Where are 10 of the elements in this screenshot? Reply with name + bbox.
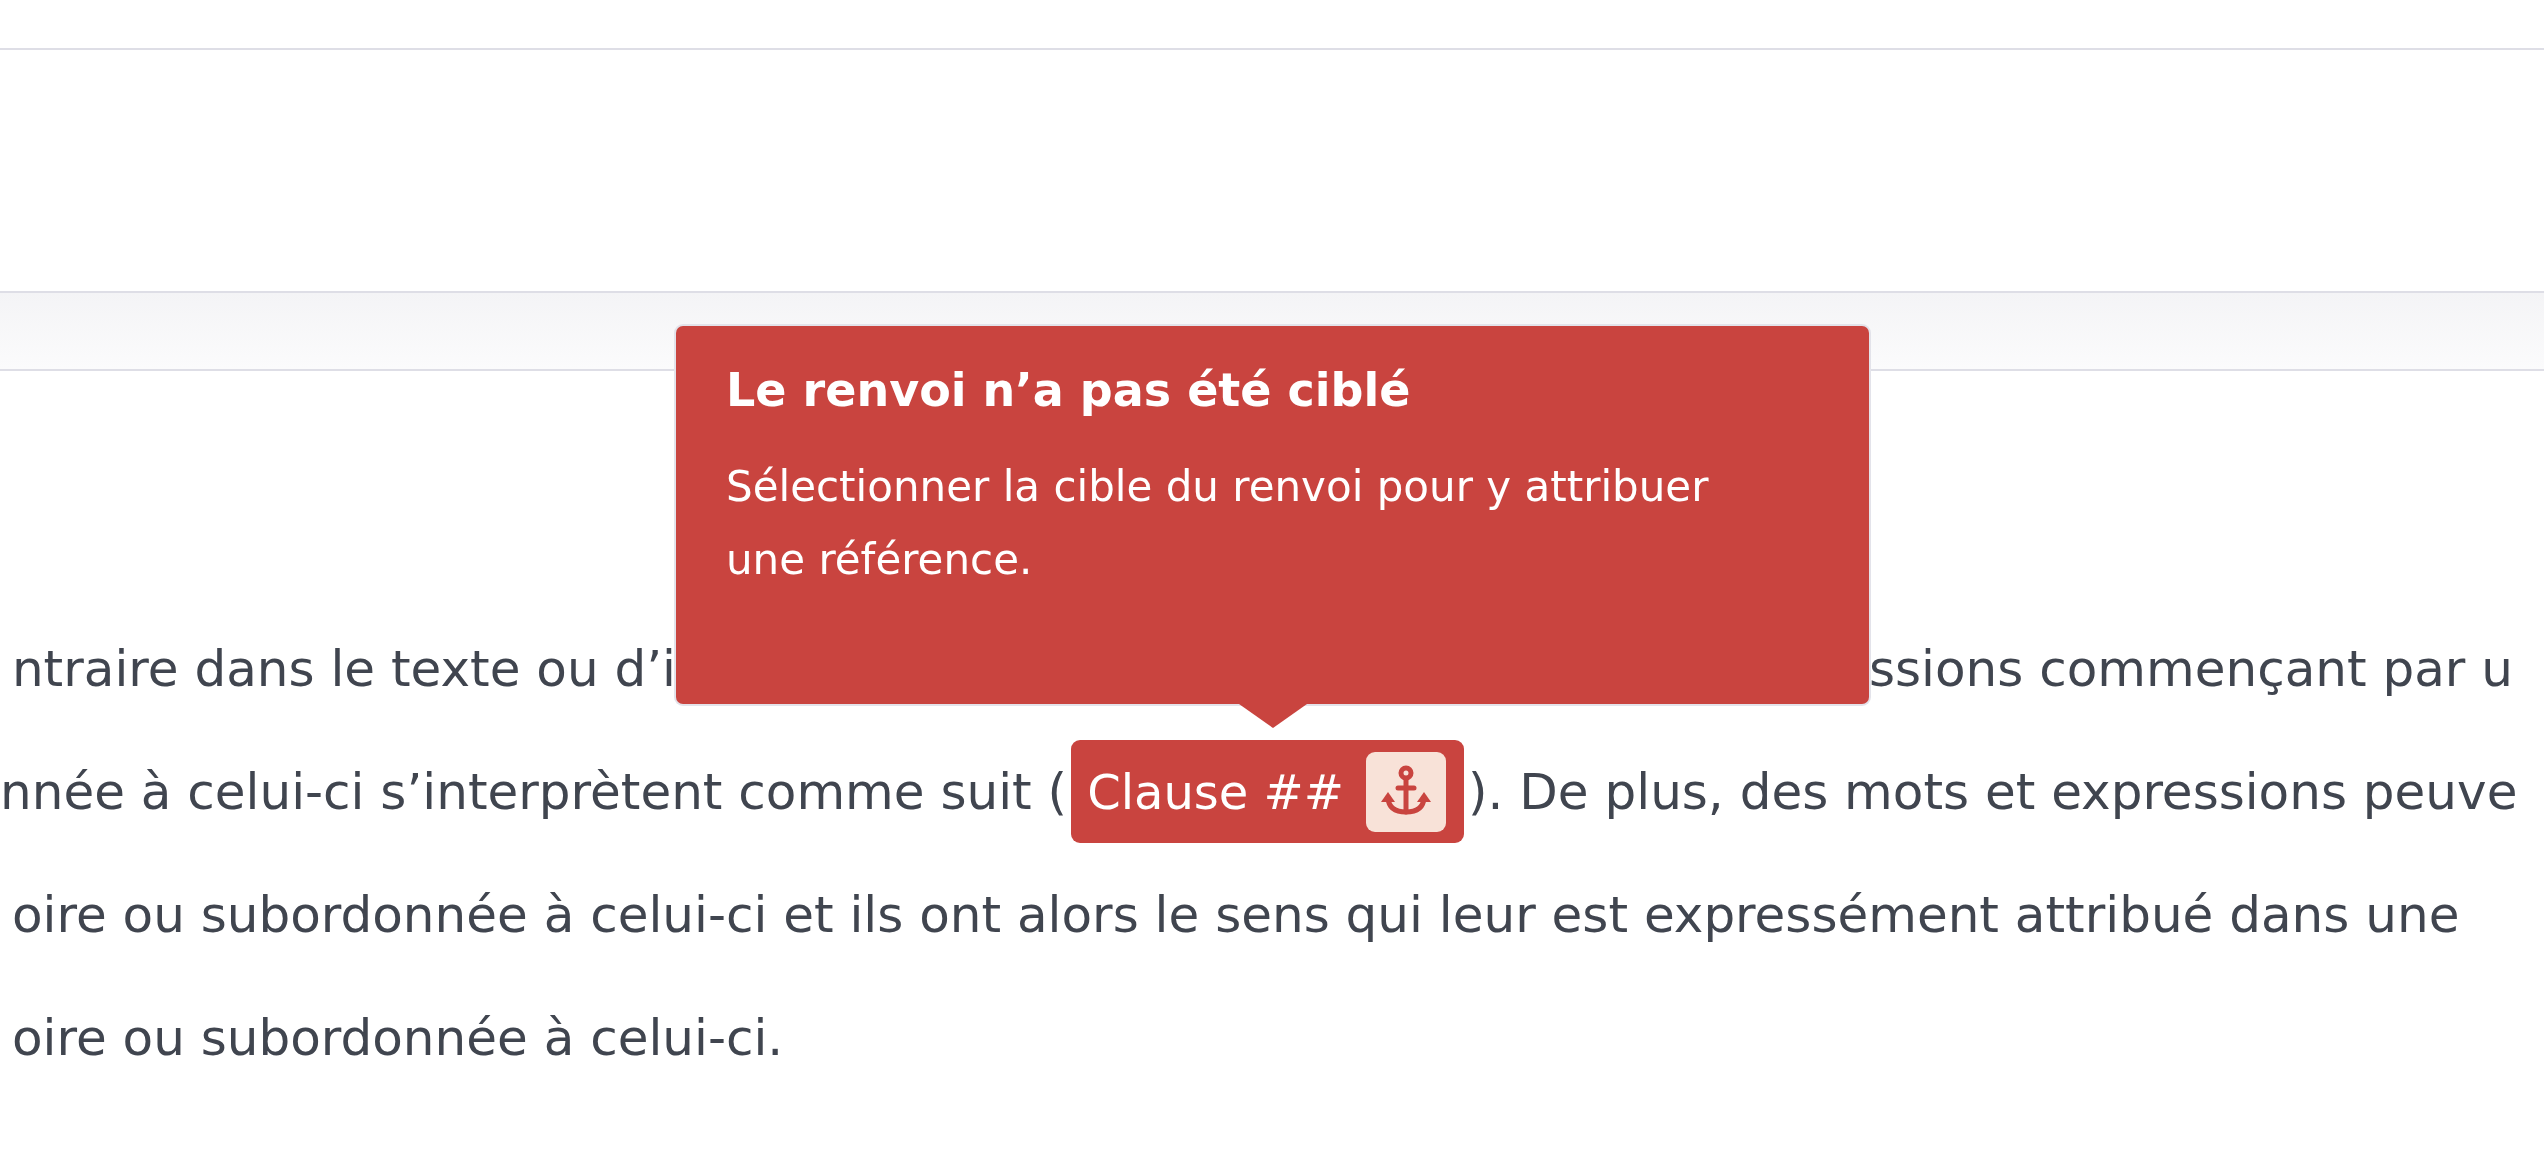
- paragraph-text: oire ou subordonnée à celui-ci et ils ont alors le sens qui leur est expressément attribué dans une: [12, 885, 2460, 944]
- paragraph-text: oire ou subordonnée à celui-ci.: [12, 1008, 784, 1067]
- paragraph-text: nnée à celui-ci s’interprètent comme suit (: [0, 762, 1068, 821]
- anchor-icon: [1366, 751, 1447, 832]
- tooltip-title: Le renvoi n’a pas été ciblé: [726, 362, 1412, 418]
- paragraph-text: ntraire dans le texte ou d’i: [11, 639, 676, 698]
- tooltip-message: Sélectionner la cible du renvoi pour y attribuer une référence.: [726, 461, 1710, 586]
- paragraph-text: ). De plus, des mots et expressions peuve: [1468, 762, 2518, 821]
- cross-reference-button[interactable]: Clause ##: [1071, 740, 1465, 843]
- paragraph-text: ssions commençant par u: [1869, 639, 2514, 698]
